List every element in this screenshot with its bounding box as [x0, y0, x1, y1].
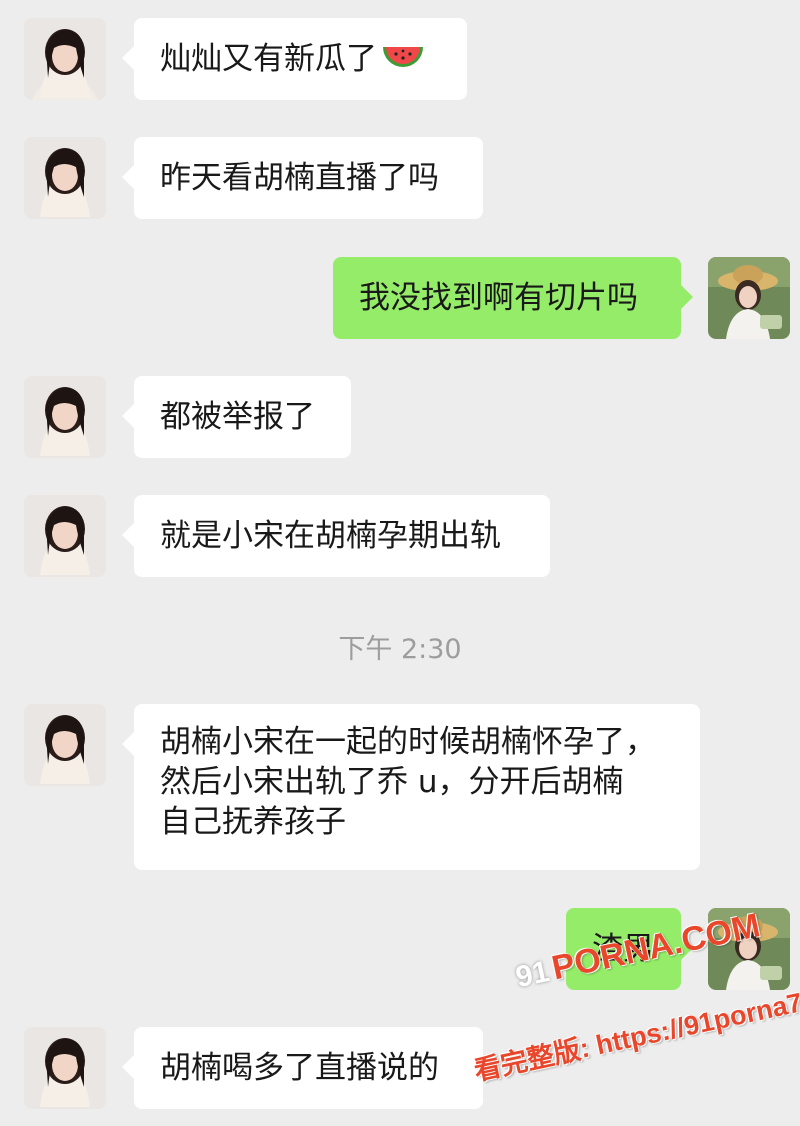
message-bubble-2[interactable]: 昨天看胡楠直播了吗 — [122, 137, 483, 219]
message-text: 昨天看胡楠直播了吗 — [160, 160, 439, 196]
chat-timestamp: 下午 2:30 — [338, 634, 462, 665]
message-line: 自己抚养孩子 — [160, 804, 346, 840]
message-text: 都被举报了 — [160, 399, 315, 435]
message-text: 胡楠喝多了直播说的 — [160, 1050, 439, 1086]
message-text: 就是小宋在胡楠孕期出轨 — [160, 518, 501, 554]
message-text: 灿灿又有新瓜了 — [160, 41, 377, 77]
message-bubble-5[interactable]: 就是小宋在胡楠孕期出轨 — [122, 495, 550, 577]
watermelon-icon — [383, 47, 423, 67]
contact-avatar[interactable] — [24, 495, 106, 577]
message-text: 我没找到啊有切片吗 — [359, 280, 638, 316]
message-bubble-8[interactable]: 胡楠喝多了直播说的 — [122, 1027, 483, 1109]
message-bubble-6[interactable]: 胡楠小宋在一起的时候胡楠怀孕了， 然后小宋出轨了乔 u，分开后胡楠 自己抚养孩子 — [122, 704, 700, 870]
contact-avatar[interactable] — [24, 704, 106, 786]
watermark-prefix: 91 — [512, 954, 553, 995]
message-bubble-4[interactable]: 都被举报了 — [122, 376, 351, 458]
contact-avatar[interactable] — [24, 1027, 106, 1109]
contact-avatar[interactable] — [24, 376, 106, 458]
message-bubble-1[interactable]: 灿灿又有新瓜了 — [122, 18, 467, 100]
message-line: 胡楠小宋在一起的时候胡楠怀孕了， — [160, 724, 656, 760]
contact-avatar[interactable] — [24, 137, 106, 219]
user-avatar[interactable] — [708, 257, 790, 339]
message-bubble-3[interactable]: 我没找到啊有切片吗 — [333, 257, 693, 339]
contact-avatar[interactable] — [24, 18, 106, 100]
message-line: 然后小宋出轨了乔 u，分开后胡楠 — [160, 764, 624, 800]
